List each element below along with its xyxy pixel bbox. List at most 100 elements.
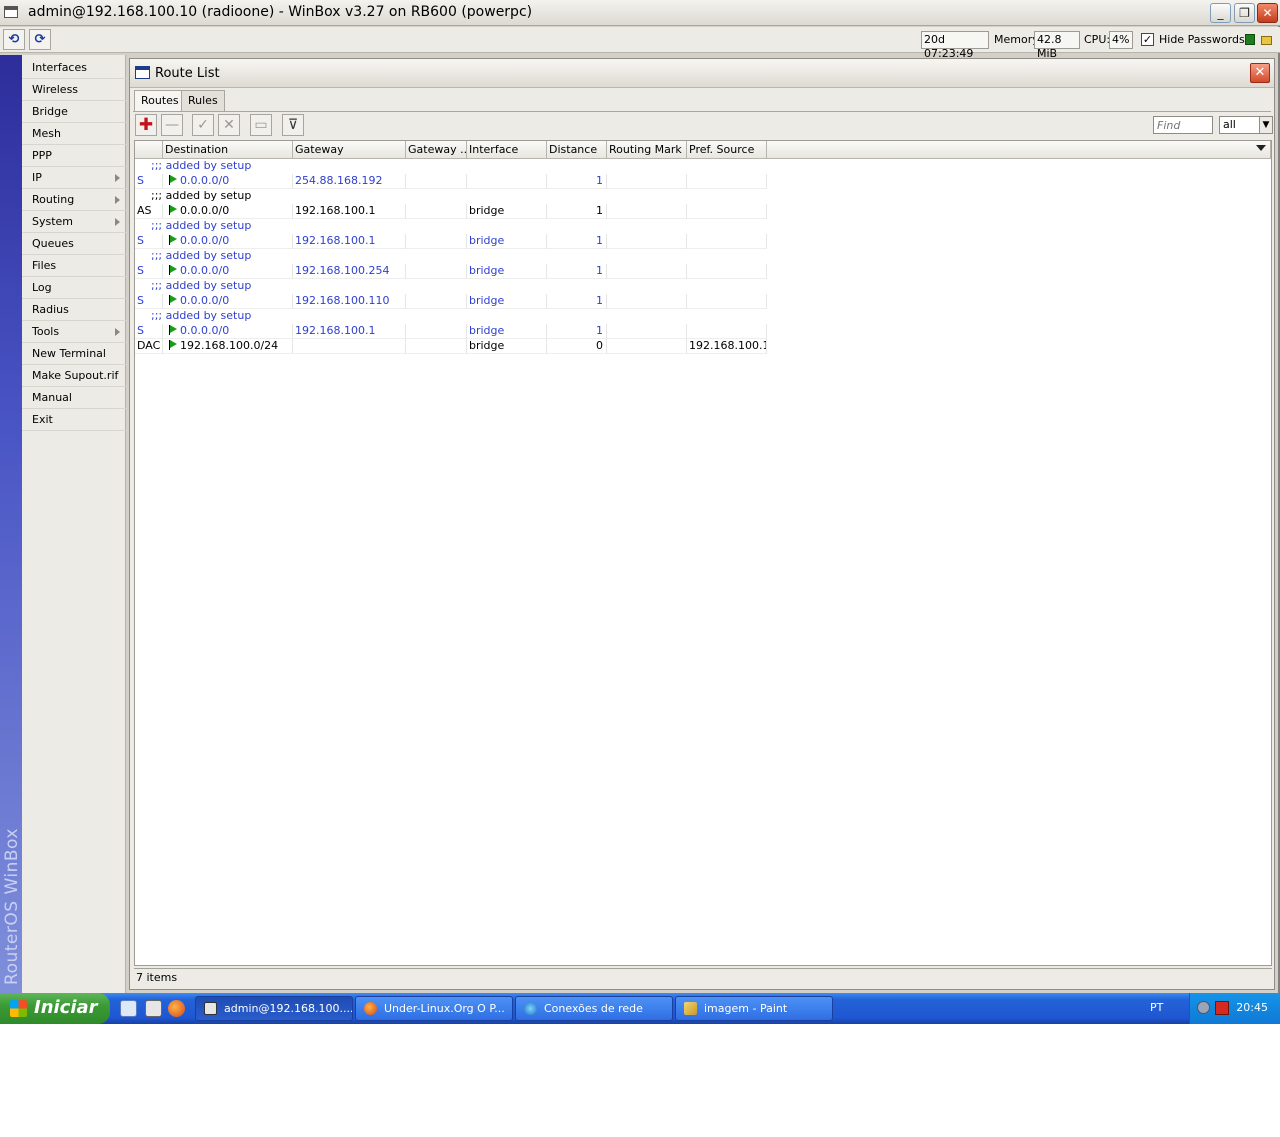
table-row[interactable]: S 0.0.0.0/0 192.168.100.110 bridge 1 [135, 294, 1271, 309]
redo-icon[interactable]: ⟳ [29, 29, 51, 50]
start-button[interactable]: Iniciar [0, 993, 110, 1024]
column-header-destination[interactable]: Destination [163, 141, 293, 159]
title-bar: admin@192.168.100.10 (radioone) - WinBox… [0, 0, 1280, 26]
row-pref-source [687, 204, 767, 219]
route-flag-icon [169, 340, 177, 350]
column-header-routing-mark[interactable]: Routing Mark [607, 141, 687, 159]
table-row[interactable]: S 0.0.0.0/0 192.168.100.254 bridge 1 [135, 264, 1271, 279]
column-header-flags[interactable] [135, 141, 163, 159]
close-icon[interactable]: ✕ [1250, 63, 1270, 83]
maximize-button[interactable]: ❐ [1234, 3, 1255, 23]
submenu-arrow-icon [115, 218, 120, 226]
tab-routes[interactable]: Routes [134, 90, 186, 112]
sidebar-item-system[interactable]: System [22, 211, 126, 233]
row-distance: 1 [547, 234, 607, 249]
table-row-comment[interactable]: ;;; added by setup [135, 249, 1271, 264]
minimize-button[interactable]: _ [1210, 3, 1231, 23]
route-flag-icon [169, 325, 177, 335]
window-icon [4, 6, 18, 18]
sidebar-item-routing[interactable]: Routing [22, 189, 126, 211]
table-row[interactable]: AS 0.0.0.0/0 192.168.100.1 bridge 1 [135, 204, 1271, 219]
winbox-window: admin@192.168.100.10 (radioone) - WinBox… [0, 0, 1280, 993]
sidebar-item-radius[interactable]: Radius [22, 299, 126, 321]
table-row[interactable]: S 0.0.0.0/0 192.168.100.1 bridge 1 [135, 324, 1271, 339]
antivirus-icon[interactable] [1215, 1001, 1229, 1015]
windows-logo-icon [10, 1000, 27, 1017]
sidebar-item-exit[interactable]: Exit [22, 409, 126, 431]
table-row[interactable]: DAC 192.168.100.0/24 bridge 0 192.168.10… [135, 339, 1271, 354]
sidebar-item-label: Mesh [32, 127, 61, 140]
column-header-distance[interactable]: Distance [547, 141, 607, 159]
table-row-comment[interactable]: ;;; added by setup [135, 219, 1271, 234]
task-firefox[interactable]: Under-Linux.Org O P... [355, 996, 513, 1021]
route-flag-icon [169, 205, 177, 215]
filter-icon[interactable]: ⊽ [282, 114, 304, 136]
chevron-down-icon[interactable]: ▼ [1259, 116, 1273, 134]
columns-menu-icon[interactable] [1256, 145, 1266, 151]
disable-icon[interactable]: ✕ [218, 114, 240, 136]
sidebar-item-label: IP [32, 171, 42, 184]
row-gateway: 192.168.100.1 [293, 204, 406, 219]
show-desktop-icon[interactable] [145, 1000, 162, 1017]
table-row-comment[interactable]: ;;; added by setup [135, 279, 1271, 294]
table-row-comment[interactable]: ;;; added by setup [135, 309, 1271, 324]
sidebar-item-bridge[interactable]: Bridge [22, 101, 126, 123]
sidebar-item-manual[interactable]: Manual [22, 387, 126, 409]
row-distance: 1 [547, 174, 607, 189]
row-comment: ;;; added by setup [151, 219, 252, 232]
route-list-titlebar[interactable]: Route List ✕ [130, 59, 1274, 88]
firefox-quicklaunch-icon[interactable] [168, 1000, 185, 1017]
table-row[interactable]: S 0.0.0.0/0 254.88.168.192 1 [135, 174, 1271, 189]
task-winbox[interactable]: admin@192.168.100.... [195, 996, 353, 1021]
task-network-connections[interactable]: Conexões de rede [515, 996, 673, 1021]
route-list-title: Route List [155, 66, 220, 81]
sidebar-item-queues[interactable]: Queues [22, 233, 126, 255]
column-header-spacer [767, 141, 1271, 159]
tray-app-icon[interactable] [1197, 1001, 1210, 1014]
row-routing-mark [607, 264, 687, 279]
sidebar-item-label: Bridge [32, 105, 68, 118]
row-distance: 1 [547, 204, 607, 219]
sidebar-item-new-terminal[interactable]: New Terminal [22, 343, 126, 365]
brand-strip: RouterOS WinBox [0, 55, 22, 993]
sidebar-item-ppp[interactable]: PPP [22, 145, 126, 167]
row-destination: 0.0.0.0/0 [163, 174, 293, 189]
system-tray: 20:45 [1189, 993, 1280, 1024]
sidebar-item-make-supout[interactable]: Make Supout.rif [22, 365, 126, 387]
find-input[interactable] [1153, 116, 1213, 134]
task-paint[interactable]: imagem - Paint [675, 996, 833, 1021]
table-row[interactable]: S 0.0.0.0/0 192.168.100.1 bridge 1 [135, 234, 1271, 249]
sidebar-item-mesh[interactable]: Mesh [22, 123, 126, 145]
comment-icon[interactable]: ▭ [250, 114, 272, 136]
sidebar-item-ip[interactable]: IP [22, 167, 126, 189]
row-gateway: 192.168.100.254 [293, 264, 406, 279]
table-row-comment[interactable]: ;;; added by setup [135, 159, 1271, 174]
sidebar-item-wireless[interactable]: Wireless [22, 79, 126, 101]
column-header-interface[interactable]: Interface [467, 141, 547, 159]
enable-icon[interactable]: ✓ [192, 114, 214, 136]
sidebar-item-files[interactable]: Files [22, 255, 126, 277]
ie-quicklaunch-icon[interactable] [120, 1000, 137, 1017]
close-button[interactable]: ✕ [1257, 3, 1278, 23]
sidebar-item-tools[interactable]: Tools [22, 321, 126, 343]
column-header-pref-source[interactable]: Pref. Source [687, 141, 767, 159]
tab-rules[interactable]: Rules [181, 90, 225, 111]
sidebar-item-log[interactable]: Log [22, 277, 126, 299]
remove-icon[interactable]: — [161, 114, 183, 136]
hide-passwords-checkbox[interactable]: ✓ [1141, 33, 1154, 46]
row-interface: bridge [467, 264, 547, 279]
row-distance: 0 [547, 339, 607, 354]
start-label: Iniciar [34, 997, 98, 1018]
sidebar-item-label: PPP [32, 149, 52, 162]
status-bar: 7 items [134, 968, 1272, 987]
row-gateway-status [406, 339, 467, 354]
filter-select[interactable]: all [1219, 116, 1260, 134]
sidebar-item-interfaces[interactable]: Interfaces [22, 57, 126, 79]
table-row-comment[interactable]: ;;; added by setup [135, 189, 1271, 204]
language-indicator[interactable]: PT [1150, 1001, 1163, 1014]
column-header-gateway[interactable]: Gateway [293, 141, 406, 159]
undo-icon[interactable]: ⟲ [3, 29, 25, 50]
add-icon[interactable]: ✚ [135, 114, 157, 136]
row-flags: S [135, 324, 163, 339]
column-header-gateway-status[interactable]: Gateway ... [406, 141, 467, 159]
